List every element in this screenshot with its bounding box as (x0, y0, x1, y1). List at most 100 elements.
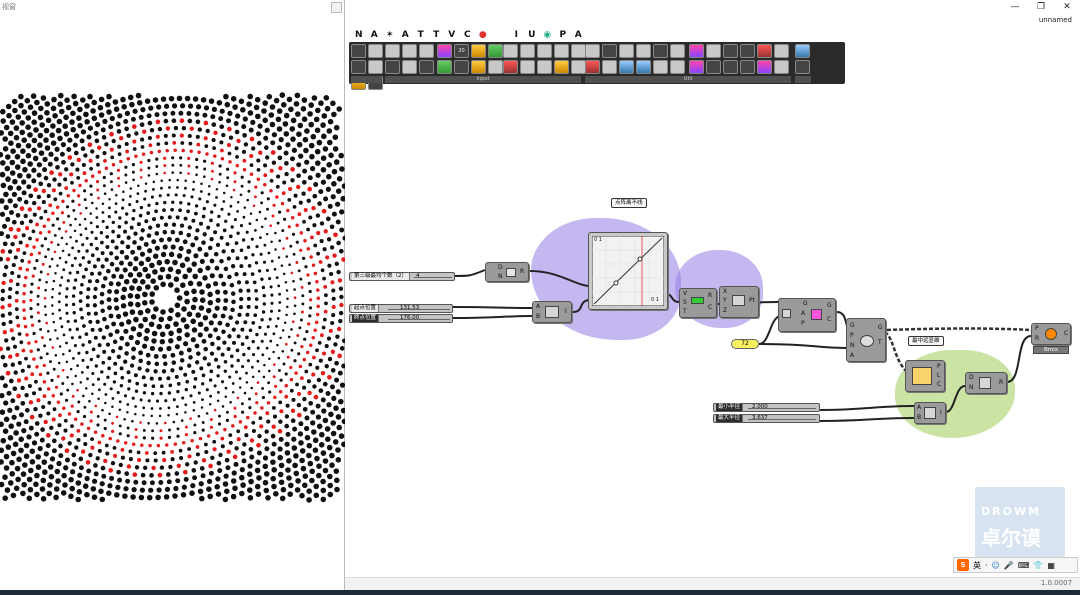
slider-value[interactable]: 3.637 (752, 415, 768, 422)
toolbar-btn[interactable] (706, 60, 721, 74)
tab-a[interactable]: A (571, 30, 587, 40)
slider-value[interactable]: 2.000 (752, 404, 768, 411)
toolbar-btn[interactable] (488, 44, 503, 58)
toolbar-btn[interactable] (670, 44, 685, 58)
list-item-component[interactable]: G A P G C (778, 298, 836, 332)
toolbar-btn[interactable] (419, 44, 434, 58)
remap-component[interactable]: V S T R C (679, 288, 717, 318)
ime-mic-icon[interactable]: 🎤 (1004, 561, 1014, 570)
toolbar-btn[interactable] (740, 60, 755, 74)
ime-emoji-icon[interactable]: ☺ (992, 561, 1000, 570)
ime-punct-icon[interactable]: · (985, 561, 988, 570)
toolbar-btn[interactable] (571, 60, 586, 74)
slider-min-radius[interactable]: 最小半径 2.000 (713, 403, 820, 412)
tab-display[interactable]: I (509, 30, 525, 40)
slider-max-radius[interactable]: 最大半径 3.637 (713, 414, 820, 423)
range-component[interactable]: A B I (532, 301, 572, 323)
construct-domain-component[interactable]: A B I (914, 402, 946, 424)
polar-array-component[interactable]: G P N A G T (846, 318, 886, 362)
toolbar-btn[interactable] (402, 60, 417, 74)
toolbar-btn[interactable] (653, 44, 668, 58)
toolbar-btn[interactable] (602, 44, 617, 58)
toolbar-btn[interactable] (437, 60, 452, 74)
toolbar-btn[interactable] (437, 44, 452, 58)
toolbar-btn[interactable] (554, 44, 569, 58)
toolbar-btn[interactable] (585, 44, 600, 58)
ime-grid-icon[interactable]: ▦ (1047, 561, 1055, 570)
toolbar-btn[interactable] (351, 44, 366, 58)
toolbar-group-label-util[interactable]: Util (585, 76, 791, 83)
toolbar-btn[interactable] (537, 44, 552, 58)
tab-vector[interactable]: A (398, 30, 414, 40)
toolbar-btn[interactable] (503, 60, 518, 74)
close-button[interactable]: ✕ (1054, 0, 1080, 14)
slider-level-count[interactable]: 第三级最均个数（2） 4 (349, 272, 455, 281)
tab-mesh[interactable]: V (444, 30, 460, 40)
toolbar-btn[interactable] (471, 44, 486, 58)
series-component[interactable]: D N R (485, 262, 529, 282)
tab-p[interactable]: P (555, 30, 571, 40)
toolbar-btn[interactable] (471, 60, 486, 74)
tab-red-icon[interactable]: ● (475, 30, 491, 40)
toolbar-group-label-input[interactable]: Input (385, 76, 581, 83)
toolbar-btn[interactable] (554, 60, 569, 74)
toolbar-btn[interactable] (619, 44, 634, 58)
toolbar-btn[interactable] (571, 44, 586, 58)
restore-button[interactable]: ❐ (1028, 0, 1054, 14)
toolbar-btn[interactable] (488, 60, 503, 74)
toolbar-btn[interactable] (795, 44, 810, 58)
toolbar-btn[interactable] (653, 60, 668, 74)
toolbar-btn[interactable] (757, 60, 772, 74)
toolbar-group-label[interactable] (351, 76, 381, 83)
toolbar-btn[interactable] (689, 60, 704, 74)
ime-lang[interactable]: 英 (973, 560, 981, 571)
toolbar-btn[interactable] (706, 44, 721, 58)
graph-mapper[interactable]: 0 1 0 1 (588, 232, 668, 310)
slider-end-position[interactable]: 终点位置 176.00 (349, 314, 453, 323)
slider-start-position[interactable]: 起点位置 131.53 (349, 304, 453, 313)
toolbar-btn[interactable] (585, 60, 600, 74)
toolbar-btn[interactable] (723, 60, 738, 74)
tab-green-icon[interactable]: ◉ (540, 30, 556, 40)
ime-skin-icon[interactable]: 👕 (1033, 561, 1043, 570)
ime-keyboard-icon[interactable]: ⌨ (1018, 561, 1030, 570)
toolbar-btn[interactable] (368, 60, 383, 74)
toolbar-btn[interactable] (740, 44, 755, 58)
gh-canvas[interactable]: 点阵离不线 最中远显维 第三级最均个数（2） 4 起点位置 131.53 终点位… (345, 90, 1080, 577)
toolbar-group-label-last[interactable] (795, 76, 811, 83)
toolbar-btn[interactable] (402, 44, 417, 58)
rhino-viewport[interactable]: 视窗 (0, 0, 345, 590)
toolbar-btn[interactable] (454, 60, 469, 74)
tab-user[interactable]: U (524, 30, 540, 40)
tab-intersect[interactable]: C (460, 30, 476, 40)
toolbar-btn[interactable] (368, 44, 383, 58)
slider-value[interactable]: 4 (416, 273, 420, 280)
toolbar-btn[interactable] (689, 44, 704, 58)
toolbar-btn[interactable] (385, 60, 400, 74)
tab-maths[interactable]: A (367, 30, 383, 40)
series-component-2[interactable]: D N R (965, 372, 1007, 394)
slider-value[interactable]: 176.00 (400, 315, 419, 322)
graph-mapper-2[interactable]: P L C (905, 360, 945, 392)
toolbar-btn[interactable] (795, 60, 810, 74)
toolbar-btn[interactable] (520, 44, 535, 58)
toolbar-btn[interactable] (723, 44, 738, 58)
toolbar-btn[interactable] (602, 60, 617, 74)
toolbar-btn[interactable] (537, 60, 552, 74)
toolbar-btn[interactable] (757, 44, 772, 58)
number-panel[interactable]: 72 (731, 339, 759, 349)
tab-surface[interactable]: T (429, 30, 445, 40)
tab-params[interactable]: N (351, 30, 367, 40)
graph-mapper-plot[interactable] (592, 236, 664, 306)
tab-sets[interactable]: ✶ (382, 30, 398, 40)
viewport-maximize-button[interactable] (331, 2, 342, 13)
slider-value[interactable]: 131.53 (400, 305, 419, 312)
toolbar-btn[interactable] (385, 44, 400, 58)
toolbar-btn[interactable] (774, 60, 789, 74)
toolbar-btn[interactable] (503, 44, 518, 58)
construct-point-component[interactable]: X Y Z Pt (719, 286, 759, 318)
toolbar-btn[interactable] (636, 44, 651, 58)
tab-curve[interactable]: T (413, 30, 429, 40)
toolbar-btn[interactable] (774, 44, 789, 58)
toolbar-btn[interactable] (520, 60, 535, 74)
